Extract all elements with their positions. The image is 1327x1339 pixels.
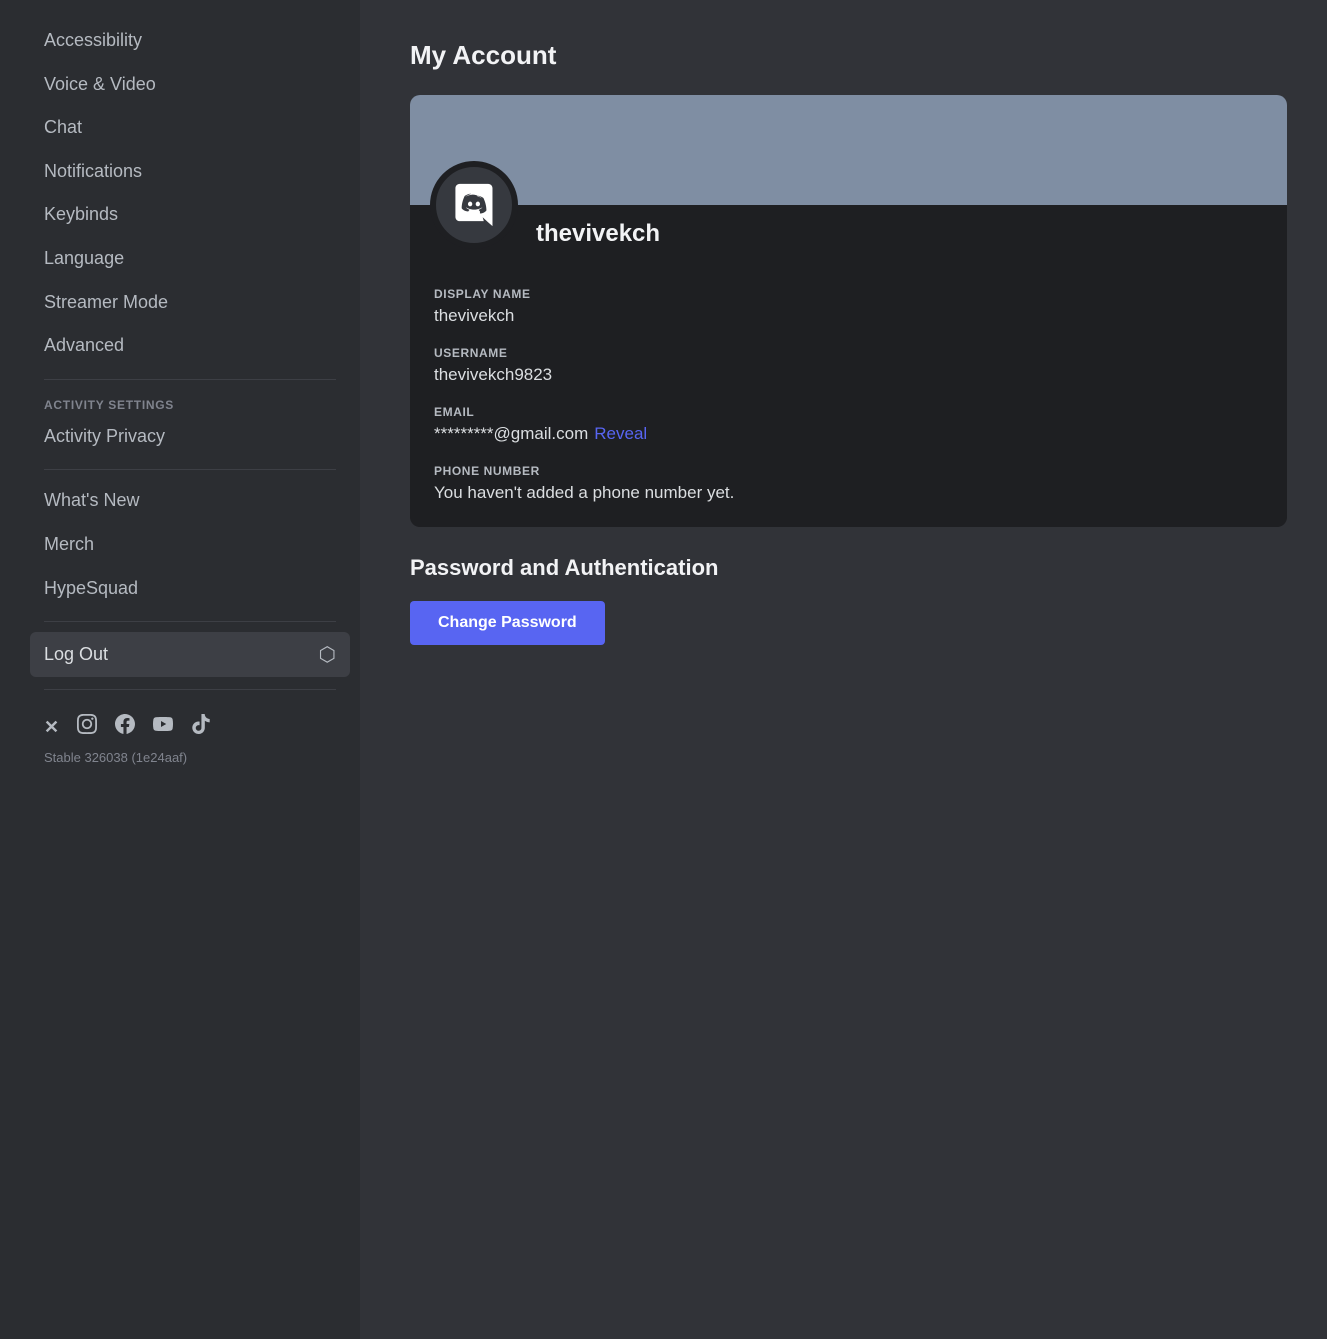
profile-card: thevivekch DISPLAY NAME thevivekch USERN… bbox=[410, 95, 1287, 527]
reveal-link[interactable]: Reveal bbox=[594, 424, 647, 443]
username-label: USERNAME bbox=[434, 346, 1263, 360]
discord-logo bbox=[448, 179, 500, 231]
display-name-value: thevivekch bbox=[434, 306, 1263, 326]
sidebar-item-hypesquad[interactable]: HypeSquad bbox=[30, 568, 350, 610]
sidebar-divider-1 bbox=[44, 379, 336, 380]
sidebar-item-language[interactable]: Language bbox=[30, 238, 350, 280]
phone-field: PHONE NUMBER You haven't added a phone n… bbox=[434, 464, 1263, 503]
info-section: DISPLAY NAME thevivekch USERNAME thevive… bbox=[410, 269, 1287, 527]
username-value: thevivekch9823 bbox=[434, 365, 1263, 385]
sidebar: AccessibilityVoice & VideoChatNotificati… bbox=[0, 0, 360, 1339]
display-name-field: DISPLAY NAME thevivekch bbox=[434, 287, 1263, 326]
profile-username: thevivekch bbox=[536, 206, 660, 248]
sidebar-item-voice-video[interactable]: Voice & Video bbox=[30, 64, 350, 106]
email-masked: *********@gmail.com bbox=[434, 424, 588, 443]
twitter-x-icon[interactable]: ✕ bbox=[44, 717, 59, 738]
avatar bbox=[430, 161, 518, 249]
sidebar-item-notifications[interactable]: Notifications bbox=[30, 151, 350, 193]
version-text: Stable 326038 (1e24aaf) bbox=[30, 746, 350, 769]
sidebar-divider-3 bbox=[44, 621, 336, 622]
phone-value: You haven't added a phone number yet. bbox=[434, 483, 1263, 503]
sidebar-divider-2 bbox=[44, 469, 336, 470]
sidebar-item-chat[interactable]: Chat bbox=[30, 107, 350, 149]
logout-icon: ⬡ bbox=[319, 642, 336, 667]
email-field: EMAIL *********@gmail.com Reveal bbox=[434, 405, 1263, 444]
social-row: ✕ bbox=[30, 700, 350, 746]
email-value: *********@gmail.com Reveal bbox=[434, 424, 1263, 444]
sidebar-divider-4 bbox=[44, 689, 336, 690]
main-content: My Account thevivekch DISPLAY NAME thevi… bbox=[360, 0, 1327, 1339]
activity-settings-label: ACTIVITY SETTINGS bbox=[30, 390, 350, 416]
password-section-title: Password and Authentication bbox=[410, 555, 1287, 581]
email-label: EMAIL bbox=[434, 405, 1263, 419]
youtube-icon[interactable] bbox=[153, 714, 173, 740]
sidebar-item-whats-new[interactable]: What's New bbox=[30, 480, 350, 522]
logout-button[interactable]: Log Out ⬡ bbox=[30, 632, 350, 677]
sidebar-item-advanced[interactable]: Advanced bbox=[30, 325, 350, 367]
sidebar-item-keybinds[interactable]: Keybinds bbox=[30, 194, 350, 236]
page-title: My Account bbox=[410, 40, 1287, 71]
profile-banner bbox=[410, 95, 1287, 205]
change-password-button[interactable]: Change Password bbox=[410, 601, 605, 645]
facebook-icon[interactable] bbox=[115, 714, 135, 740]
username-field: USERNAME thevivekch9823 bbox=[434, 346, 1263, 385]
phone-label: PHONE NUMBER bbox=[434, 464, 1263, 478]
display-name-label: DISPLAY NAME bbox=[434, 287, 1263, 301]
profile-identity: thevivekch bbox=[410, 205, 1287, 269]
sidebar-item-accessibility[interactable]: Accessibility bbox=[30, 20, 350, 62]
instagram-icon[interactable] bbox=[77, 714, 97, 740]
logout-label: Log Out bbox=[44, 644, 108, 665]
sidebar-item-streamer-mode[interactable]: Streamer Mode bbox=[30, 282, 350, 324]
sidebar-item-activity-privacy[interactable]: Activity Privacy bbox=[30, 416, 350, 458]
sidebar-item-merch[interactable]: Merch bbox=[30, 524, 350, 566]
tiktok-icon[interactable] bbox=[191, 714, 211, 740]
